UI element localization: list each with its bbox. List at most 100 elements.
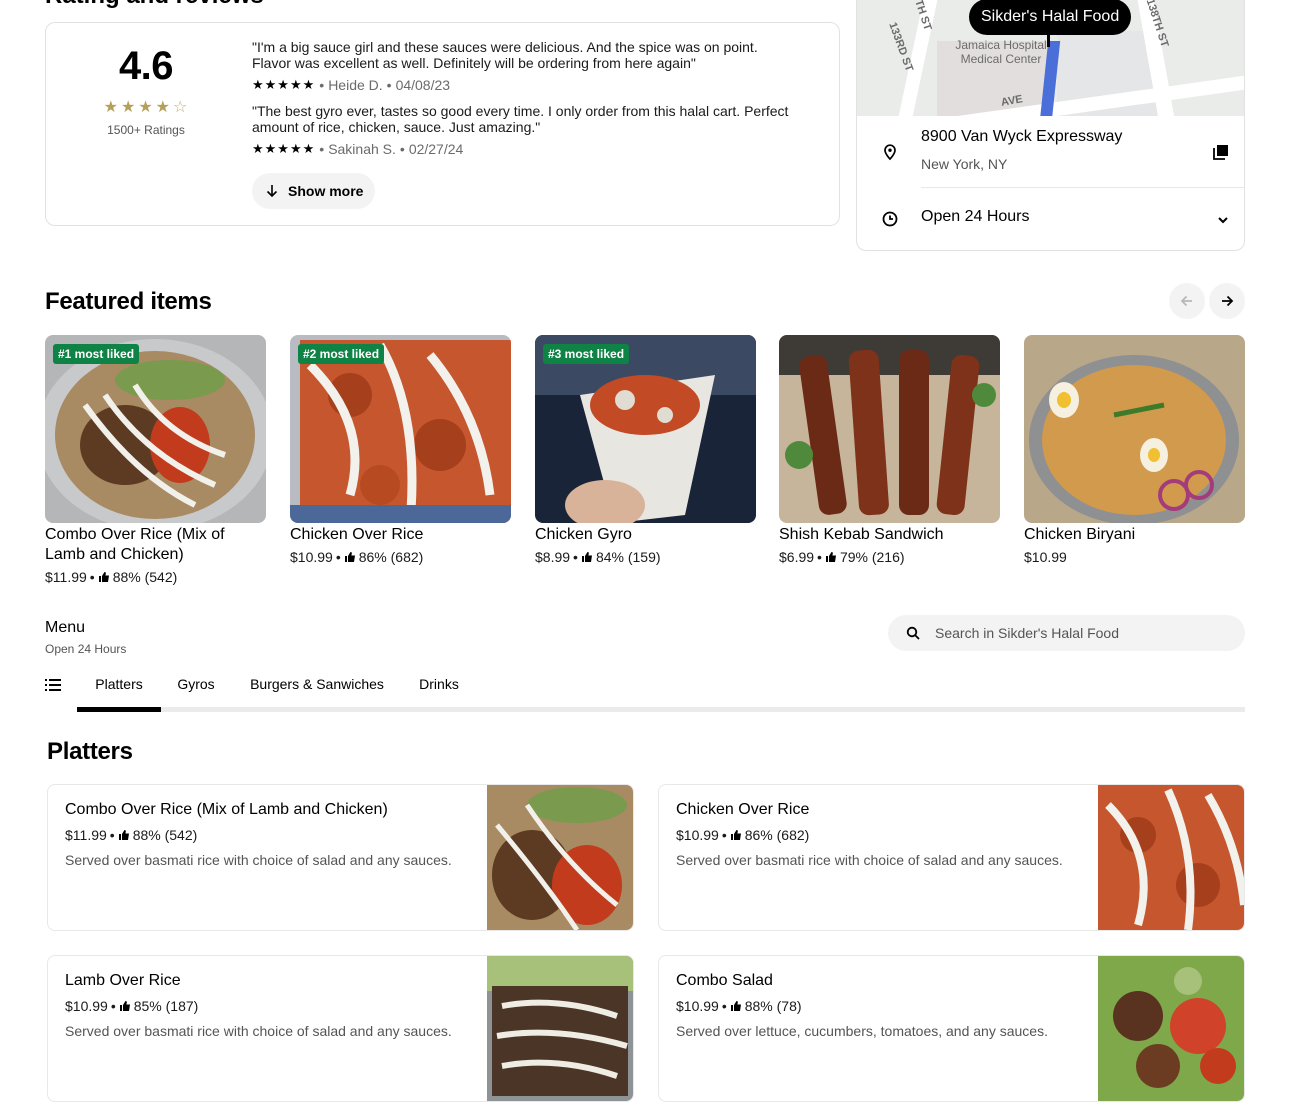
- featured-item-meta: $6.99 • 79% (216): [779, 549, 1000, 565]
- featured-item-card[interactable]: #2 most liked Chicken Over Rice $10.99 •…: [290, 335, 511, 565]
- star-icon: ★: [103, 99, 119, 116]
- map-street-label: 133RD ST: [886, 20, 916, 74]
- carousel-prev-button[interactable]: [1169, 283, 1205, 319]
- map-pin-label[interactable]: Sikder's Halal Food: [969, 0, 1132, 35]
- price: $8.99: [535, 549, 571, 565]
- star-icon: ★★★★★: [252, 141, 316, 156]
- list-icon[interactable]: [45, 678, 61, 692]
- menu-item-card[interactable]: Combo Over Rice (Mix of Lamb and Chicken…: [47, 784, 634, 931]
- arrow-down-icon: [266, 185, 278, 198]
- reviews-list: "I'm a big sauce girl and these sauces w…: [252, 39, 792, 167]
- featured-item-card[interactable]: Chicken Biryani $10.99: [1024, 335, 1245, 565]
- menu-item-card[interactable]: Chicken Over Rice $10.99 • 86% (682) Ser…: [658, 784, 1245, 931]
- separator: •: [399, 141, 405, 157]
- featured-item-card[interactable]: #1 most liked Combo Over Rice (Mix of La…: [45, 335, 266, 585]
- featured-item-name: Combo Over Rice (Mix of Lamb and Chicken…: [45, 526, 225, 563]
- rating: 86% (682): [744, 827, 810, 843]
- featured-item-meta: $10.99: [1024, 549, 1245, 565]
- separator: •: [573, 549, 578, 565]
- map[interactable]: 133RD ST 138TH ST TH ST AVE Jamaica Hosp…: [857, 0, 1244, 116]
- price: $11.99: [45, 569, 87, 585]
- separator: •: [721, 998, 727, 1014]
- menu-item-description: Served over lettuce, cucumbers, tomatoes…: [676, 1023, 1048, 1039]
- most-liked-badge: #1 most liked: [53, 344, 140, 364]
- menu-title: Menu: [45, 619, 86, 636]
- price: $11.99: [65, 827, 107, 843]
- chevron-down-icon[interactable]: [1216, 213, 1230, 227]
- featured-item-name: Chicken Over Rice: [290, 526, 424, 543]
- review-text: "I'm a big sauce girl and these sauces w…: [252, 39, 758, 71]
- score-block: 4.6 ★ ★ ★ ★ ☆ 1500+ Ratings: [46, 43, 246, 137]
- search-icon: [906, 626, 920, 640]
- review-date: 04/08/23: [395, 77, 451, 93]
- map-hospital-label: Jamaica Hospital Medical Center: [955, 38, 1047, 66]
- rating: 88% (542): [132, 827, 198, 843]
- copy-icon[interactable]: [1212, 143, 1230, 161]
- thumbs-up-icon: [825, 552, 836, 562]
- star-icon: ★: [120, 99, 137, 116]
- menu-item-meta: $10.99 • 85% (187): [65, 998, 198, 1014]
- separator: •: [335, 549, 341, 565]
- hours-text: Open 24 Hours: [921, 208, 1030, 225]
- menu-item-name: Lamb Over Rice: [65, 972, 181, 989]
- menu-item-meta: $10.99 • 86% (682): [676, 827, 809, 843]
- separator: •: [817, 549, 822, 565]
- menu-item-meta: $10.99 • 88% (78): [676, 998, 802, 1014]
- review-text: "The best gyro ever, tastes so good ever…: [252, 103, 789, 135]
- thumbs-up-icon: [730, 830, 741, 840]
- tab-platters[interactable]: Platters: [93, 665, 145, 709]
- featured-item-image: [1024, 335, 1245, 523]
- most-liked-badge: #3 most liked: [543, 344, 630, 364]
- menu-hours: Open 24 Hours: [45, 642, 127, 656]
- tab-drinks[interactable]: Drinks: [417, 665, 461, 709]
- rating: 88% (78): [744, 998, 802, 1014]
- featured-item-meta: $11.99 • 88% (542): [45, 569, 266, 585]
- featured-item-card[interactable]: Shish Kebab Sandwich $6.99 • 79% (216): [779, 335, 1000, 565]
- separator: •: [109, 827, 115, 843]
- tab-burgers-sandwiches[interactable]: Burgers & Sanwiches: [247, 665, 387, 709]
- review-item: "The best gyro ever, tastes so good ever…: [252, 103, 792, 157]
- menu-item-description: Served over basmati rice with choice of …: [676, 852, 1063, 868]
- tab-gyros[interactable]: Gyros: [176, 665, 216, 709]
- thumbs-up-icon: [118, 830, 129, 840]
- thumbs-up-icon: [98, 572, 109, 582]
- search-input[interactable]: [935, 615, 1235, 651]
- featured-item-image: #1 most liked: [45, 335, 266, 523]
- thumbs-up-icon: [344, 552, 355, 562]
- ratings-card: 4.6 ★ ★ ★ ★ ☆ 1500+ Ratings "I'm a big s…: [45, 22, 840, 226]
- carousel-next-button[interactable]: [1209, 283, 1245, 319]
- menu-item-card[interactable]: Combo Salad $10.99 • 88% (78) Served ove…: [658, 955, 1245, 1102]
- ratings-section-heading: Rating and reviews: [45, 0, 264, 8]
- separator: •: [110, 998, 116, 1014]
- review-author: Sakinah S.: [328, 141, 396, 157]
- most-liked-badge: #2 most liked: [298, 344, 385, 364]
- location-pin-icon: [884, 144, 896, 161]
- featured-item-name: Shish Kebab Sandwich: [779, 526, 944, 543]
- featured-item-image: #2 most liked: [290, 335, 511, 523]
- address-line: 8900 Van Wyck Expressway: [921, 128, 1123, 145]
- separator: •: [386, 77, 392, 93]
- address-row[interactable]: 8900 Van Wyck Expressway New York, NY: [857, 116, 1244, 188]
- show-more-button[interactable]: Show more: [252, 173, 376, 209]
- separator: •: [319, 77, 325, 93]
- menu-item-description: Served over basmati rice with choice of …: [65, 1023, 452, 1039]
- featured-items-title: Featured items: [45, 288, 212, 315]
- map-pin-stem: [1047, 35, 1050, 47]
- separator: •: [721, 827, 727, 843]
- menu-item-image: [487, 956, 633, 1101]
- featured-item-card[interactable]: #3 most liked Chicken Gyro $8.99 • 84% (…: [535, 335, 756, 565]
- location-card: 133RD ST 138TH ST TH ST AVE Jamaica Hosp…: [856, 0, 1245, 251]
- hours-row[interactable]: Open 24 Hours: [857, 188, 1244, 250]
- menu-search[interactable]: [888, 615, 1245, 651]
- separator: •: [319, 141, 325, 157]
- rating: 86% (682): [358, 549, 424, 565]
- rating: 88% (542): [112, 569, 178, 585]
- thumbs-up-icon: [119, 1001, 130, 1011]
- featured-item-name: Chicken Biryani: [1024, 526, 1136, 543]
- featured-item-meta: $8.99 • 84% (159): [535, 549, 756, 565]
- menu-item-name: Combo Over Rice (Mix of Lamb and Chicken…: [65, 801, 388, 818]
- star-icon: ★: [155, 99, 172, 116]
- menu-item-card[interactable]: Lamb Over Rice $10.99 • 85% (187) Served…: [47, 955, 634, 1102]
- featured-item-image: #3 most liked: [535, 335, 756, 523]
- thumbs-up-icon: [581, 552, 592, 562]
